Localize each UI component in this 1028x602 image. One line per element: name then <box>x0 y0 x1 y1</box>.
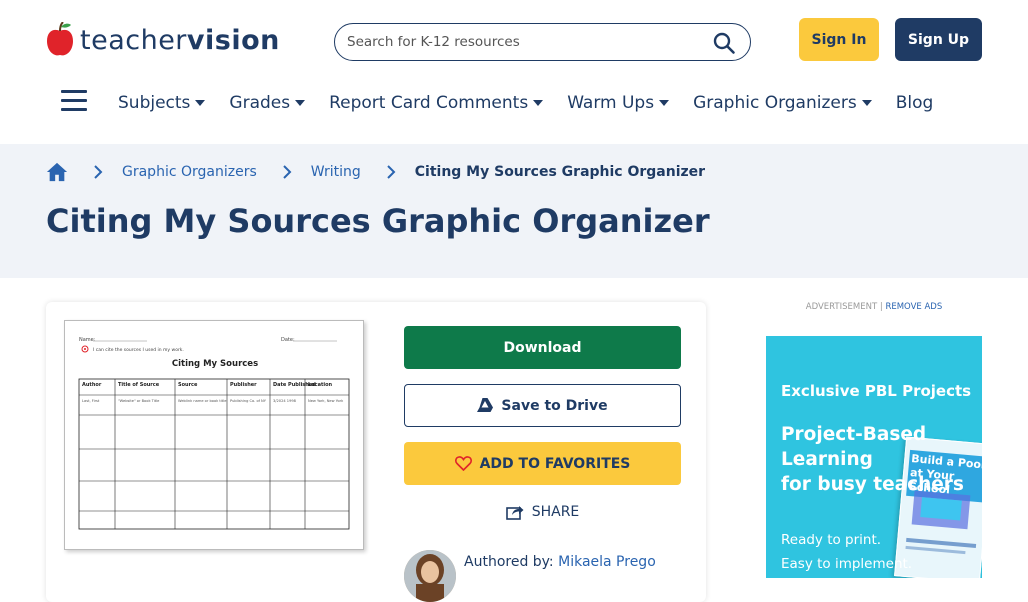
home-icon[interactable] <box>46 161 68 183</box>
remove-ads-link[interactable]: REMOVE ADS <box>885 302 942 312</box>
preview-cell-date: 3/2024 1998 <box>273 399 297 403</box>
ad-title: Project-Based Learning for busy teachers <box>781 424 964 495</box>
breadcrumb-writing[interactable]: Writing <box>311 164 361 180</box>
share-button[interactable]: SHARE <box>404 500 681 524</box>
preview-cell-author: Last, First <box>82 399 100 403</box>
search-icon[interactable] <box>712 31 736 55</box>
caret-down-icon <box>533 100 544 106</box>
nav-item-graphic-organizers[interactable]: Graphic Organizers <box>693 93 872 113</box>
worksheet-thumbnail: Name: Date: I can cite the sources I use… <box>78 337 350 530</box>
preview-date-label: Date: <box>281 337 295 343</box>
sign-in-button[interactable]: Sign In <box>799 18 879 61</box>
author-info: Authored by: Mikaela Prego <box>404 550 656 602</box>
preview-col-title: Title of Source <box>118 382 160 388</box>
breadcrumb: Graphic Organizers Writing Citing My Sou… <box>46 160 705 184</box>
chevron-right-icon <box>283 165 292 179</box>
author-avatar <box>404 550 456 602</box>
caret-down-icon <box>295 100 306 106</box>
site-header: teachervision Sign In Sign Up Subjects G… <box>0 0 1028 144</box>
nav-item-warm-ups[interactable]: Warm Ups <box>567 93 670 113</box>
nav-item-subjects[interactable]: Subjects <box>118 93 206 113</box>
ad-body: Ready to print. Easy to implement. <box>781 532 913 572</box>
share-icon <box>505 506 524 520</box>
author-prefix: Authored by: <box>464 554 554 570</box>
breadcrumb-current: Citing My Sources Graphic Organizer <box>414 164 706 180</box>
download-button[interactable]: Download <box>404 326 681 369</box>
advertisement[interactable]: Exclusive PBL Projects Build a Pool at Y… <box>766 336 982 578</box>
google-drive-icon <box>477 398 494 412</box>
caret-down-icon <box>659 100 670 106</box>
preview-col-location: Location <box>308 382 332 388</box>
sign-up-button[interactable]: Sign Up <box>895 18 982 61</box>
nav-item-report-card-comments[interactable]: Report Card Comments <box>329 93 544 113</box>
worksheet-preview[interactable]: Name: Date: I can cite the sources I use… <box>64 320 364 550</box>
caret-down-icon <box>861 100 872 106</box>
search-input[interactable] <box>347 34 707 50</box>
ad-headline: Exclusive PBL Projects <box>781 382 972 400</box>
chevron-right-icon <box>94 165 103 179</box>
logo-text: teachervision <box>80 24 280 56</box>
preview-col-author: Author <box>82 382 102 388</box>
preview-cell-location: New York, New York <box>308 399 344 403</box>
page-title: Citing My Sources Graphic Organizer <box>46 202 710 240</box>
preview-name-label: Name: <box>79 337 96 343</box>
nav-item-grades[interactable]: Grades <box>229 93 306 113</box>
breadcrumb-graphic-organizers[interactable]: Graphic Organizers <box>122 164 257 180</box>
apple-icon <box>47 22 73 56</box>
search-box[interactable] <box>334 23 751 61</box>
caret-down-icon <box>195 100 206 106</box>
page-hero: Graphic Organizers Writing Citing My Sou… <box>0 144 1028 278</box>
chevron-right-icon <box>387 165 396 179</box>
ad-label: ADVERTISEMENT | REMOVE ADS <box>805 302 943 312</box>
teachervision-logo[interactable]: teachervision <box>46 20 280 60</box>
author-name-link[interactable]: Mikaela Prego <box>558 554 656 570</box>
resource-card: Name: Date: I can cite the sources I use… <box>46 302 706 602</box>
nav-item-blog[interactable]: Blog <box>896 93 934 113</box>
save-to-drive-button[interactable]: Save to Drive <box>404 384 681 427</box>
preview-cell-source: Weblink name or book title <box>178 399 227 403</box>
preview-heading: Citing My Sources <box>172 359 258 369</box>
preview-cell-publisher: Publishing Co. of NY <box>230 399 267 403</box>
menu-icon[interactable] <box>61 90 87 112</box>
preview-cell-title: "Website" or Book Title <box>118 399 160 403</box>
preview-col-publisher: Publisher <box>230 382 257 388</box>
preview-col-source: Source <box>178 382 198 388</box>
preview-instruction: I can cite the sources I used in my work… <box>93 347 184 353</box>
main-nav: Subjects Grades Report Card Comments War… <box>118 90 957 116</box>
add-to-favorites-button[interactable]: ADD TO FAVORITES <box>404 442 681 485</box>
heart-icon <box>454 456 472 471</box>
